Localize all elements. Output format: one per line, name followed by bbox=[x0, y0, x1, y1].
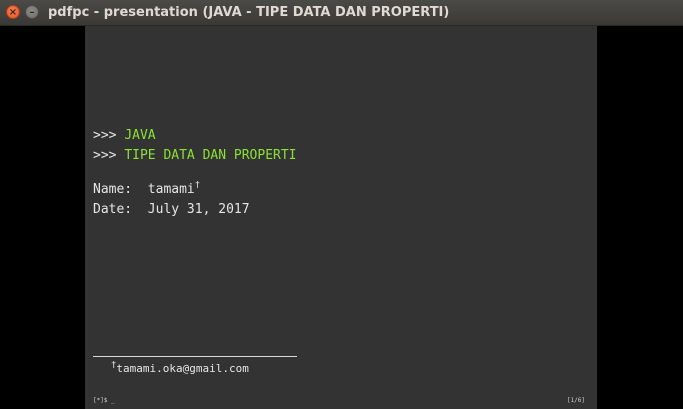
presenter-window: × – pdfpc - presentation (JAVA - TIPE DA… bbox=[0, 0, 683, 409]
title-bar[interactable]: × – pdfpc - presentation (JAVA - TIPE DA… bbox=[0, 0, 683, 26]
footnote: †tamami.oka@gmail.com bbox=[111, 361, 249, 375]
date-line: Date: July 31, 2017 bbox=[93, 202, 250, 217]
footnote-email: tamami.oka@gmail.com bbox=[116, 362, 249, 375]
date-value: July 31, 2017 bbox=[147, 202, 250, 217]
window-title: pdfpc - presentation (JAVA - TIPE DATA D… bbox=[48, 5, 450, 20]
minimize-button[interactable]: – bbox=[25, 5, 39, 19]
date-label: Date: bbox=[93, 202, 148, 217]
heading-line-2: >>> TIPE DATA DAN PROPERTI bbox=[93, 148, 297, 163]
author-line: Name: tamami† bbox=[93, 180, 201, 197]
footnote-rule bbox=[93, 356, 297, 357]
status-prompt: [*]$ _ bbox=[93, 397, 115, 404]
minimize-icon: – bbox=[29, 7, 35, 18]
close-button[interactable]: × bbox=[6, 5, 20, 19]
slide[interactable]: >>> JAVA >>> TIPE DATA DAN PROPERTI Name… bbox=[85, 26, 597, 409]
prompt: >>> bbox=[93, 128, 125, 143]
prompt: >>> bbox=[93, 148, 125, 163]
heading-line-1: >>> JAVA bbox=[93, 128, 156, 143]
slide-counter: [1/6] bbox=[566, 397, 585, 404]
footnote-mark: † bbox=[194, 180, 201, 191]
close-icon: × bbox=[8, 7, 18, 18]
heading-java: JAVA bbox=[124, 128, 156, 143]
heading-subtitle: TIPE DATA DAN PROPERTI bbox=[124, 148, 297, 163]
name-label: Name: bbox=[93, 182, 148, 197]
author-name: tamami bbox=[147, 182, 195, 197]
